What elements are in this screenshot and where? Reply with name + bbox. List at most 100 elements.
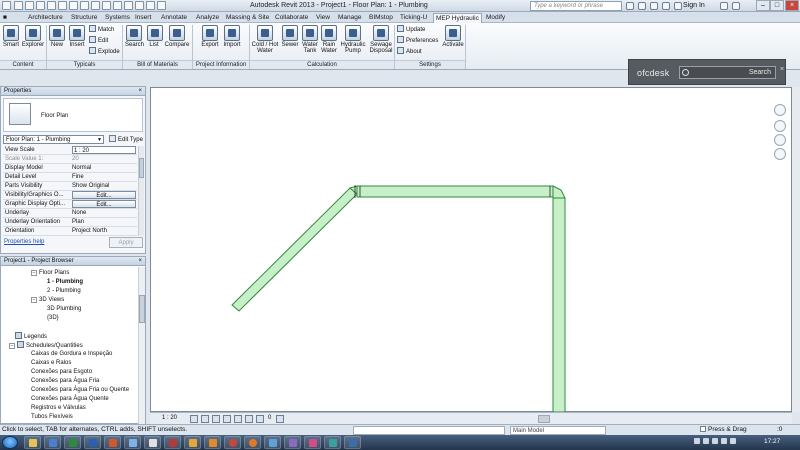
chrome-app-icon[interactable] [224,436,241,449]
powerpoint-app-icon[interactable] [104,436,121,449]
media-player-app-icon[interactable] [204,436,221,449]
browser-tree-item[interactable]: Caixas de Gordura e Inspeção [31,350,112,359]
about-button[interactable]: About [397,47,422,56]
zoom-icon[interactable] [774,134,786,146]
browser-tree-item[interactable]: {3D} [47,314,59,323]
pan-icon[interactable] [774,148,786,160]
insert-button[interactable]: Insert [67,25,87,48]
rain-water-button[interactable]: Rain Water [321,25,337,54]
apply-button[interactable]: Apply [109,237,143,248]
scroll-thumb[interactable] [139,158,144,178]
tab-view[interactable]: View [314,13,332,23]
3d-view-icon[interactable] [102,1,111,10]
tab-bimstop[interactable]: BIMstop [367,13,395,23]
list-button[interactable]: List [147,25,163,48]
pipe-segment-diagonal[interactable] [231,187,358,312]
detail-level-icon[interactable] [190,415,198,423]
binoculars-icon[interactable] [626,2,634,10]
tab-architecture[interactable]: Architecture [26,13,65,23]
active-model-dropdown[interactable]: Main Model [510,426,606,435]
tab-insert[interactable]: Insert [133,13,153,23]
shadows-icon[interactable] [223,415,231,423]
browser-close-icon[interactable]: × [138,257,142,266]
subscription-icon[interactable] [638,2,646,10]
type-selector[interactable]: Floor Plan [3,98,143,132]
orientation-value[interactable]: Project North [72,227,136,235]
browser-tree-item[interactable]: Tubos Flexíveis [31,413,73,422]
browser-tree-item[interactable]: Conexões para Água Quente [31,395,109,404]
properties-scrollbar[interactable] [138,146,144,236]
display-model-value[interactable]: Normal [72,164,136,172]
text-icon[interactable] [91,1,100,10]
app-icon[interactable] [264,436,281,449]
network-icon[interactable] [712,438,718,444]
compare-button[interactable]: Compare [164,25,190,48]
open-icon[interactable] [14,1,23,10]
detail-level-value[interactable]: Fine [72,173,136,181]
help-icon[interactable] [732,2,740,10]
explorer-button[interactable]: Explorer [21,25,45,48]
exchange-icon[interactable] [720,2,728,10]
app-icon[interactable] [284,436,301,449]
redo-icon[interactable] [47,1,56,10]
tab-modify[interactable]: Modify [484,13,507,23]
graphic-display-edit-button[interactable]: Edit... [72,200,136,208]
visibility-graphics-edit-button[interactable]: Edit... [72,191,136,199]
revit-logo-icon[interactable] [2,1,11,10]
view-cube-icon[interactable] [774,104,786,116]
visual-style-icon[interactable] [201,415,209,423]
explorer-app-icon[interactable] [24,436,41,449]
collapse-toggle-icon[interactable]: − [31,270,37,276]
properties-help-link[interactable]: Properties help [4,239,44,245]
cold-hot-water-button[interactable]: Cold / Hot Water [251,25,279,54]
excel-app-icon[interactable] [64,436,81,449]
start-button[interactable] [2,436,18,449]
update-button[interactable]: Update [397,25,425,34]
help-search-input[interactable]: Type a keyword or phrase [530,1,622,11]
browser-tree-item[interactable]: − Floor Plans [31,269,69,278]
crop-view-icon[interactable] [234,415,242,423]
properties-close-icon[interactable]: × [138,87,142,96]
browser-scrollbar[interactable] [138,267,145,424]
close-button[interactable]: × [785,0,799,11]
thin-lines-icon[interactable] [124,1,133,10]
filter-count[interactable]: :0 [777,426,782,433]
canvas-horizontal-scroll-thumb[interactable] [538,415,550,423]
browser-tree-item[interactable]: Legends [15,332,47,341]
sewage-disposal-button[interactable]: Sewage Disposal [369,25,393,54]
user-icon[interactable] [674,2,682,10]
show-crop-icon[interactable] [245,415,253,423]
import-button[interactable]: Import [222,25,242,48]
tab-systems[interactable]: Systems [103,13,132,23]
volume-icon[interactable] [721,438,727,444]
smart-button[interactable]: Smart [3,25,19,48]
clock[interactable]: 17:27 [764,438,780,445]
browser-tree-item[interactable]: 1 - Plumbing [47,278,83,287]
measure-icon[interactable] [69,1,78,10]
tab-mep-hydraulic[interactable]: MEP Hydraulic [433,13,482,23]
press-drag-checkbox[interactable] [700,426,706,432]
tab-massing-site[interactable]: Massing & Site [224,13,271,23]
revit-app-icon[interactable] [344,436,361,449]
pipe-segment-vertical[interactable] [552,197,566,413]
flag-icon[interactable] [730,438,736,444]
edit-button[interactable]: Edit [89,36,108,45]
instance-filter-dropdown[interactable]: Floor Plan: 1 - Plumbing ▼ [3,135,104,144]
print-icon[interactable] [58,1,67,10]
explode-button[interactable]: Explode [89,47,120,56]
firefox-app-icon[interactable] [244,436,261,449]
tab-ticking-u[interactable]: Ticking-U [398,13,429,23]
collapse-toggle-icon[interactable]: − [9,343,15,349]
save-icon[interactable] [25,1,34,10]
export-button[interactable]: Export [200,25,220,48]
view-scale-label[interactable]: 1 : 20 [162,415,177,421]
close-hidden-icon[interactable] [135,1,144,10]
search-button[interactable]: Search [125,25,144,48]
underlay-value[interactable]: None [72,209,136,217]
undo-icon[interactable] [36,1,45,10]
water-tank-button[interactable]: Water Tank [301,25,319,54]
ofcdesk-search-input[interactable]: Search [679,66,776,79]
browser-tree-item[interactable]: 3D Plumbing [47,305,81,314]
browser-tree-item[interactable]: Caixas e Ralos [31,359,71,368]
app-icon[interactable] [124,436,141,449]
